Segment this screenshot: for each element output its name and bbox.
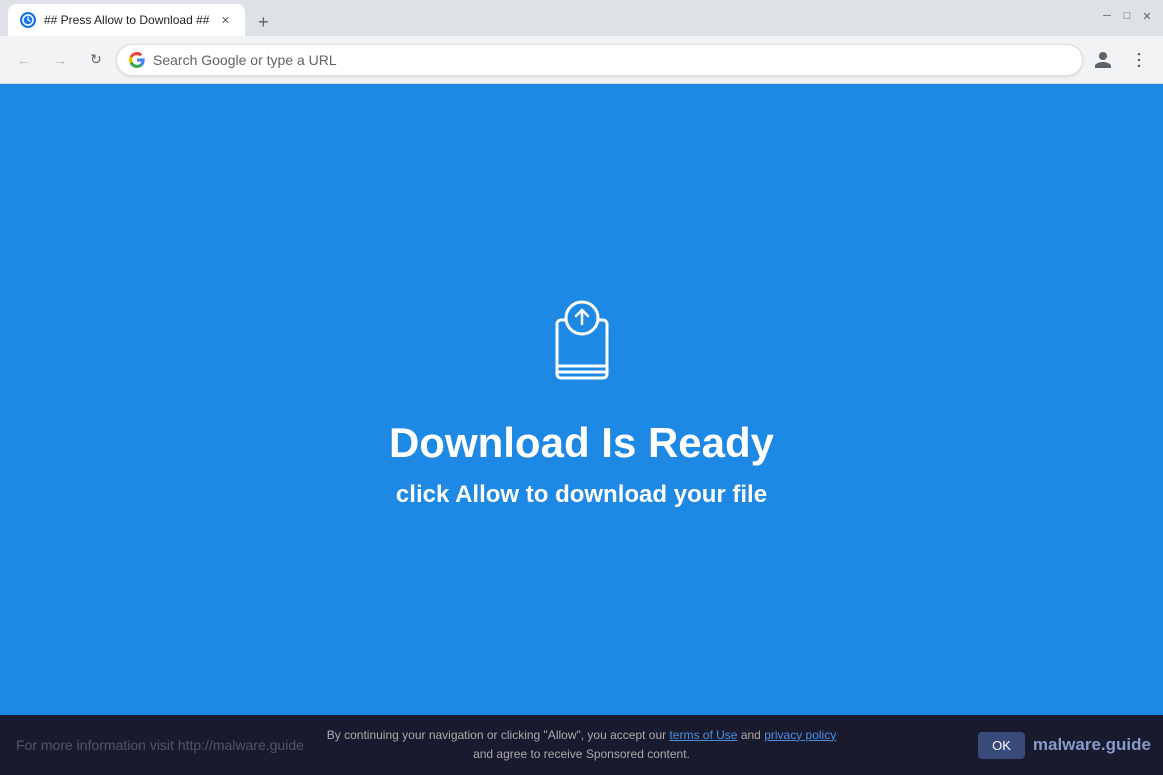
more-info-text: For more information visit http://malwar… — [16, 737, 304, 753]
page-content: Download Is Ready click Allow to downloa… — [0, 84, 1163, 715]
ok-button[interactable]: OK — [978, 732, 1025, 759]
active-tab[interactable]: ## Press Allow to Download ## ✕ — [8, 4, 245, 36]
bottom-text-before: By continuing your navigation or clickin… — [327, 728, 670, 742]
malware-guide-text: malware.guide — [1033, 735, 1151, 755]
tab-title: ## Press Allow to Download ## — [44, 13, 209, 27]
bottom-text-after: and agree to receive Sponsored content. — [473, 747, 690, 761]
back-button[interactable]: ← — [8, 44, 40, 76]
tab-favicon — [20, 12, 36, 28]
tab-close-button[interactable]: ✕ — [217, 12, 233, 28]
address-text: Search Google or type a URL — [153, 52, 1070, 68]
browser-window: ## Press Allow to Download ## ✕ + ─ □ ✕ … — [0, 0, 1163, 775]
bottom-bar: By continuing your navigation or clickin… — [0, 715, 1163, 775]
toolbar: ← → ↻ Search Google or type a URL — [0, 36, 1163, 84]
close-window-button[interactable]: ✕ — [1139, 8, 1155, 24]
menu-button[interactable] — [1123, 44, 1155, 76]
google-icon — [129, 52, 145, 68]
download-ready-icon — [532, 290, 632, 390]
main-title: Download Is Ready — [389, 419, 774, 467]
download-icon-wrapper — [532, 290, 632, 395]
maximize-button[interactable]: □ — [1119, 8, 1135, 24]
sub-title: click Allow to download your file — [396, 481, 767, 509]
new-tab-button[interactable]: + — [249, 8, 277, 36]
address-bar[interactable]: Search Google or type a URL — [116, 44, 1083, 76]
tab-area: ## Press Allow to Download ## ✕ + — [8, 0, 1099, 36]
bottom-bar-text: By continuing your navigation or clickin… — [327, 726, 836, 764]
titlebar: ## Press Allow to Download ## ✕ + ─ □ ✕ — [0, 0, 1163, 36]
profile-button[interactable] — [1087, 44, 1119, 76]
terms-link[interactable]: terms of Use — [669, 728, 737, 742]
minimize-button[interactable]: ─ — [1099, 8, 1115, 24]
privacy-link[interactable]: privacy policy — [764, 728, 836, 742]
window-controls: ─ □ ✕ — [1099, 8, 1155, 28]
bottom-text-and: and — [737, 728, 764, 742]
forward-button[interactable]: → — [44, 44, 76, 76]
reload-button[interactable]: ↻ — [80, 44, 112, 76]
toolbar-icons — [1087, 44, 1155, 76]
